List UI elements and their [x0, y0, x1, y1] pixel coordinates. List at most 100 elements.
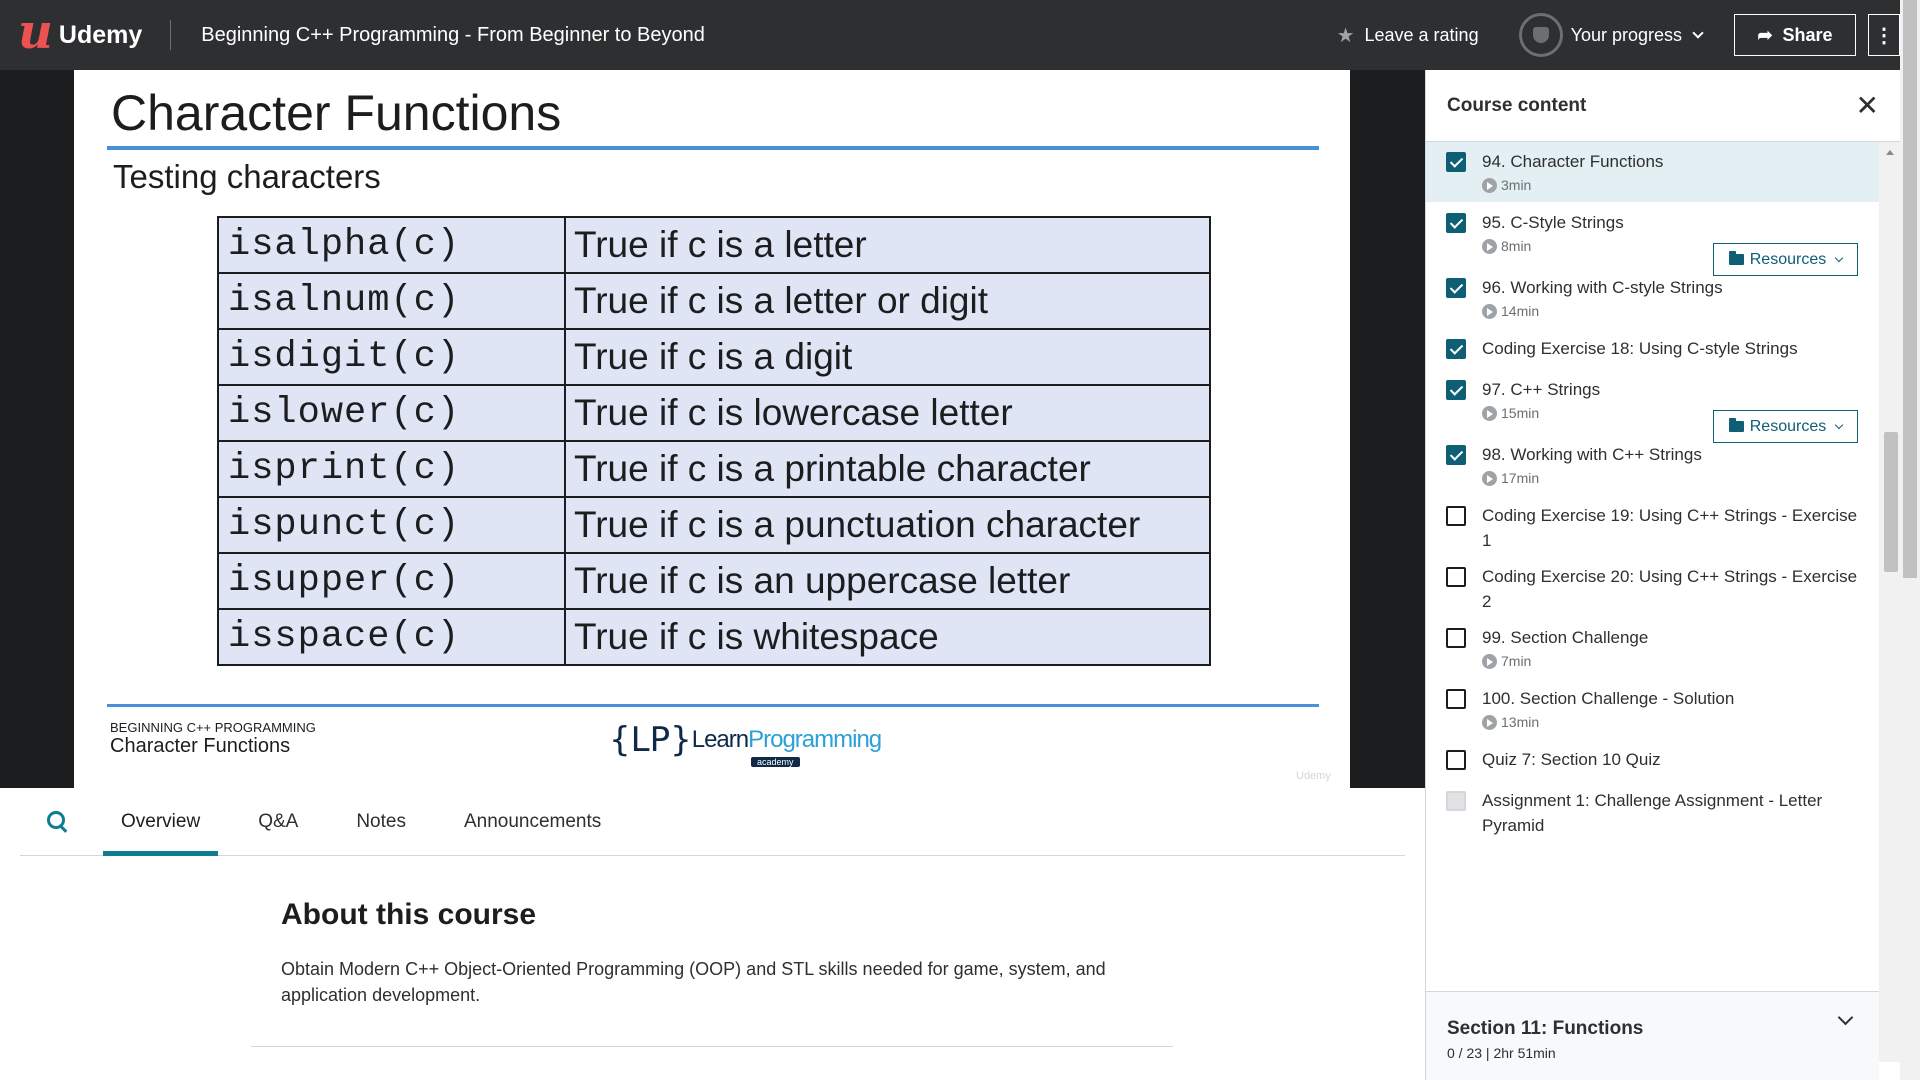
header-divider	[170, 20, 172, 50]
lecture-complete-checkbox[interactable]	[1446, 380, 1466, 400]
more-options-button[interactable]: ⋮	[1868, 14, 1900, 56]
lecture-item[interactable]: Assignment 1: Challenge Assignment - Let…	[1426, 781, 1879, 841]
function-name-cell: isspace(c)	[217, 608, 566, 666]
header-actions: ★ Leave a rating Your progress ➦ Share ⋮	[1337, 0, 1900, 70]
lecture-duration: 3min	[1482, 177, 1531, 193]
lecture-complete-checkbox[interactable]	[1446, 506, 1466, 526]
table-row: isalpha(c) True if c is a letter	[217, 216, 1211, 274]
function-name-cell: isalpha(c)	[217, 216, 566, 274]
table-row: isdigit(c) True if c is a digit	[217, 328, 1211, 386]
your-progress-label: Your progress	[1570, 24, 1682, 45]
lecture-complete-checkbox[interactable]	[1446, 339, 1466, 359]
lecture-complete-checkbox[interactable]	[1446, 445, 1466, 465]
resources-label: Resources	[1749, 417, 1827, 435]
slide-footer-course: Beginning C++ Programming	[110, 720, 316, 735]
close-icon[interactable]: ✕	[1856, 91, 1879, 120]
leave-rating-label: Leave a rating	[1364, 24, 1479, 45]
course-tabs: Overview Q&A Notes Announcements	[20, 788, 1405, 856]
scroll-up-arrow-icon[interactable]	[1886, 150, 1894, 155]
lecture-duration-text: 15min	[1501, 405, 1540, 421]
lecture-item[interactable]: 94. Character Functions 3min	[1426, 142, 1879, 202]
table-row: isprint(c) True if c is a printable chara…	[217, 440, 1211, 498]
udemy-watermark: Udemy	[1296, 770, 1331, 782]
function-description-cell: True if c is a digit	[564, 328, 1211, 386]
lecture-item[interactable]: 95. C-Style Strings 8min Resources	[1426, 203, 1879, 276]
leave-rating-button[interactable]: ★ Leave a rating	[1337, 23, 1479, 48]
lecture-item[interactable]: 98. Working with C++ Strings 17min	[1426, 435, 1879, 495]
lecture-item[interactable]: 96. Working with C-style Strings 14min	[1426, 268, 1879, 328]
course-title[interactable]: Beginning C++ Programming - From Beginne…	[201, 24, 705, 47]
tab-overview[interactable]: Overview	[103, 788, 219, 856]
video-player[interactable]: Character Functions Testing characters i…	[0, 70, 1425, 788]
function-description-cell: True if c is a letter or digit	[564, 272, 1211, 330]
lecture-list: 94. Character Functions 3min 95. C-Style S…	[1426, 142, 1879, 1062]
sidebar-title: Course content	[1447, 94, 1587, 116]
lecture-duration-text: 8min	[1501, 238, 1532, 254]
udemy-logo[interactable]: u Udemy	[18, 0, 142, 70]
lecture-title: 97. C++ Strings	[1482, 380, 1601, 399]
table-row: isupper(c) True if c is an uppercase lett…	[217, 552, 1211, 610]
sidebar-header: Course content ✕	[1426, 70, 1901, 142]
lecture-item[interactable]: 99. Section Challenge 7min	[1426, 618, 1879, 678]
page-scrollbar[interactable]	[1900, 0, 1920, 1080]
lecture-duration: 17min	[1482, 470, 1539, 486]
share-label: Share	[1782, 24, 1833, 45]
search-icon[interactable]	[47, 810, 65, 829]
function-description-cell: True if c is an uppercase letter	[564, 552, 1211, 610]
function-name-cell: isupper(c)	[217, 552, 566, 610]
slide-title-rule	[107, 146, 1319, 150]
lecture-complete-checkbox[interactable]	[1446, 628, 1466, 648]
lecture-complete-checkbox[interactable]	[1446, 567, 1466, 587]
play-circle-icon	[1482, 238, 1497, 254]
top-header: u Udemy Beginning C++ Programming - From…	[0, 0, 1900, 70]
lpa-logo-academy: academy	[751, 757, 800, 767]
lecture-complete-checkbox[interactable]	[1446, 750, 1466, 770]
function-name-cell: isprint(c)	[217, 440, 566, 498]
trophy-icon	[1518, 13, 1563, 57]
character-functions-table: isalpha(c) True if c is a letter isalnum(c…	[217, 216, 1211, 666]
lpa-logo-mark: {LP}	[609, 720, 692, 760]
chevron-down-icon	[1834, 253, 1844, 262]
lecture-duration-text: 17min	[1501, 470, 1540, 486]
function-name-cell: isdigit(c)	[217, 328, 566, 386]
sidebar-scrollbar[interactable]	[1879, 142, 1901, 1062]
lecture-complete-checkbox[interactable]	[1446, 689, 1466, 709]
function-description-cell: True if c is a printable character	[564, 440, 1211, 498]
function-description-cell: True if c is lowercase letter	[564, 384, 1211, 442]
lecture-duration: 15min	[1482, 405, 1539, 421]
tab-qa[interactable]: Q&A	[240, 788, 316, 856]
lecture-duration: 7min	[1482, 653, 1531, 669]
lecture-duration: 8min	[1482, 238, 1531, 254]
lecture-duration: 13min	[1482, 714, 1539, 730]
lecture-title: Coding Exercise 18: Using C-style String…	[1482, 339, 1798, 358]
play-circle-icon	[1482, 714, 1497, 730]
learn-programming-academy-logo: {LP} LearnProgramming academy	[609, 720, 882, 767]
about-divider	[251, 1046, 1173, 1047]
lecture-title: 100. Section Challenge - Solution	[1482, 689, 1735, 708]
tab-announcements[interactable]: Announcements	[446, 788, 619, 856]
play-circle-icon	[1482, 177, 1497, 193]
lecture-complete-checkbox[interactable]	[1446, 278, 1466, 298]
chevron-down-icon	[1692, 27, 1704, 39]
lecture-title: Quiz 7: Section 10 Quiz	[1482, 750, 1661, 769]
lecture-item[interactable]: 97. C++ Strings 15min Resources	[1426, 370, 1879, 443]
function-description-cell: True if c is whitespace	[564, 608, 1211, 666]
your-progress-button[interactable]: Your progress	[1518, 13, 1704, 57]
table-row: islower(c) True if c is lowercase letter	[217, 384, 1211, 442]
about-title: About this course	[281, 898, 537, 931]
page-scroll-thumb[interactable]	[1903, 0, 1917, 578]
share-button[interactable]: ➦ Share	[1734, 14, 1856, 56]
lecture-item[interactable]: 100. Section Challenge - Solution 13min	[1426, 679, 1879, 739]
table-row: isalnum(c) True if c is a letter or digit	[217, 272, 1211, 330]
lecture-item[interactable]: Coding Exercise 20: Using C++ Strings - …	[1426, 557, 1879, 617]
slide-subtitle: Testing characters	[113, 158, 381, 195]
lecture-complete-checkbox[interactable]	[1446, 213, 1466, 233]
lecture-complete-checkbox[interactable]	[1446, 152, 1466, 172]
lecture-duration: 14min	[1482, 303, 1539, 319]
lecture-item[interactable]: Coding Exercise 19: Using C++ Strings - …	[1426, 496, 1879, 556]
section-header-functions[interactable]: Section 11: Functions 0 / 23 | 2hr 51min	[1426, 991, 1879, 1080]
tab-notes[interactable]: Notes	[338, 788, 424, 856]
sidebar-scroll-thumb[interactable]	[1884, 432, 1898, 572]
share-icon: ➦	[1757, 24, 1773, 45]
slide-footer-rule	[107, 704, 1319, 707]
